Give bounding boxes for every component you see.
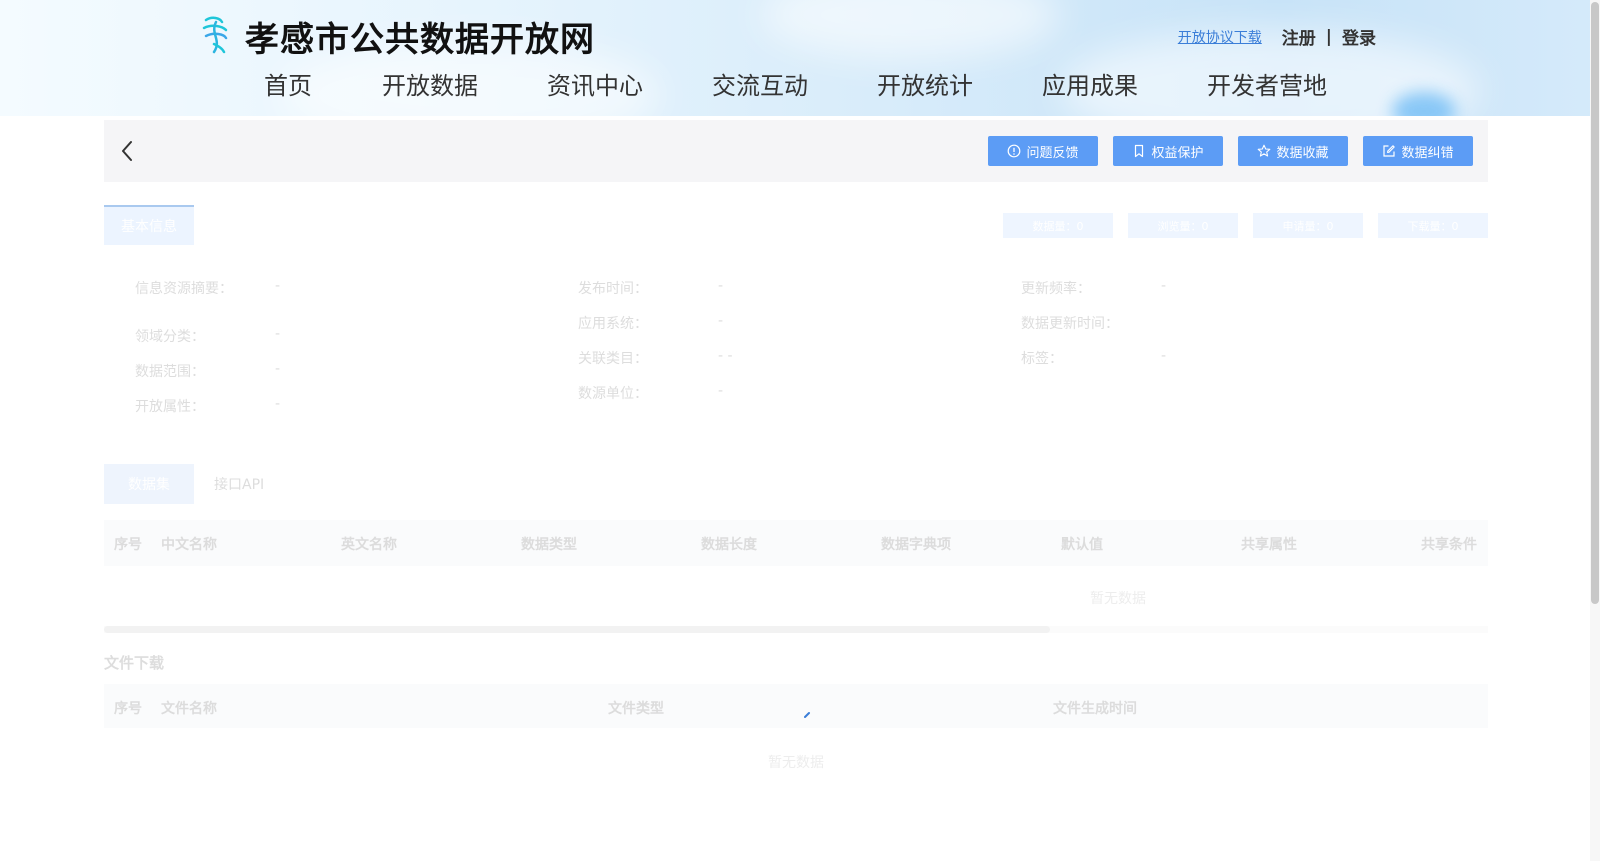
- tab-dataset[interactable]: 数据集: [104, 464, 194, 504]
- nav-item-developer[interactable]: 开发者营地: [1207, 66, 1327, 101]
- basic-info-grid: 信息资源摘要： - 领域分类： - 数据范围： - 开放属性： - 发布时间： …: [135, 278, 1475, 428]
- column-header: 序号: [114, 537, 142, 553]
- feedback-label: 问题反馈: [1026, 145, 1079, 161]
- main-nav: 首页 开放数据 资讯中心 交流互动 开放统计 应用成果 开发者营地: [264, 66, 1327, 101]
- field-label: 关联类目：: [578, 351, 648, 367]
- feedback-button[interactable]: 问题反馈: [988, 136, 1098, 166]
- favorite-label: 数据收藏: [1276, 145, 1329, 161]
- register-link[interactable]: 注册: [1282, 24, 1316, 49]
- field-label: 领域分类：: [135, 329, 205, 345]
- field-value: -: [275, 361, 281, 377]
- file-download-title: 文件下载: [104, 654, 165, 672]
- bookmark-icon: [1135, 144, 1144, 158]
- field-label: 应用系统：: [578, 316, 648, 332]
- nav-item-open-data[interactable]: 开放数据: [382, 66, 547, 101]
- column-header: 英文名称: [341, 537, 397, 553]
- column-header: 文件类型: [608, 701, 664, 717]
- nav-item-applications[interactable]: 应用成果: [1042, 66, 1207, 101]
- stat-download-count: 下载量：0: [1378, 213, 1488, 238]
- field-label: 发布时间：: [578, 281, 648, 297]
- file-table-header: 序号 文件名称 文件类型 文件生成时间: [104, 684, 1488, 728]
- field-label: 更新频率：: [1021, 281, 1091, 297]
- dataset-empty-text: 暂无数据: [1090, 591, 1146, 607]
- field-value: -: [275, 326, 281, 342]
- nav-item-statistics[interactable]: 开放统计: [877, 66, 1042, 101]
- field-value: -: [275, 396, 281, 412]
- info-circle-icon: [1008, 144, 1021, 158]
- site-title[interactable]: 孝感市公共数据开放网: [245, 12, 595, 61]
- field-value: -: [1161, 278, 1167, 294]
- tab-api[interactable]: 接口API: [214, 474, 264, 494]
- column-header: 默认值: [1061, 537, 1103, 553]
- files-empty-text: 暂无数据: [768, 755, 824, 771]
- rights-protection-label: 权益保护: [1151, 145, 1204, 161]
- field-label: 标签：: [1021, 351, 1063, 367]
- favorite-button[interactable]: 数据收藏: [1238, 136, 1348, 166]
- field-value: - -: [718, 348, 733, 364]
- detail-toolbar: 问题反馈 权益保护 数据收藏 数据纠错: [104, 120, 1488, 182]
- stat-data-count: 数据量：0: [1003, 213, 1113, 238]
- correction-label: 数据纠错: [1401, 145, 1454, 161]
- site-logo-icon[interactable]: [200, 14, 232, 56]
- field-label: 信息资源摘要：: [135, 281, 233, 297]
- rights-protection-button[interactable]: 权益保护: [1113, 136, 1223, 166]
- loading-spinner-icon: [804, 712, 810, 718]
- nav-item-home[interactable]: 首页: [264, 66, 382, 101]
- column-header: 数据类型: [521, 537, 577, 553]
- stats-bar: 数据量：0 浏览量：0 申请量：0 下载量：0: [1003, 213, 1488, 238]
- column-header: 数据字典项: [881, 537, 951, 553]
- field-value: -: [718, 278, 724, 294]
- nav-item-interaction[interactable]: 交流互动: [712, 66, 877, 101]
- column-header: 中文名称: [161, 537, 217, 553]
- column-header: 序号: [114, 701, 142, 717]
- field-label: 数据更新时间：: [1021, 316, 1119, 332]
- top-links: 开放协议下载 注册 | 登录: [1178, 24, 1376, 50]
- back-arrow-icon[interactable]: [114, 137, 142, 165]
- field-value: -: [718, 383, 724, 399]
- header-cloud-decoration: [760, 0, 1060, 60]
- agreement-download-link[interactable]: 开放协议下载: [1178, 27, 1262, 47]
- field-label: 开放属性：: [135, 399, 205, 415]
- column-header: 文件名称: [161, 701, 217, 717]
- link-separator: |: [1325, 26, 1332, 47]
- toolbar-actions: 问题反馈 权益保护 数据收藏 数据纠错: [988, 136, 1473, 166]
- dataset-tabs: 数据集 接口API: [104, 464, 264, 504]
- star-icon: [1258, 144, 1271, 157]
- page-scrollbar[interactable]: [1590, 0, 1600, 861]
- tab-basic-info[interactable]: 基本信息: [104, 205, 194, 245]
- table-scroll-thumb[interactable]: [104, 626, 1050, 633]
- field-value: -: [275, 278, 281, 294]
- field-label: 数源单位：: [578, 386, 648, 402]
- login-link[interactable]: 登录: [1342, 24, 1376, 49]
- nav-item-news[interactable]: 资讯中心: [547, 66, 712, 101]
- column-header: 文件生成时间: [1053, 701, 1137, 717]
- column-header: 共享条件: [1421, 537, 1477, 553]
- edit-icon: [1383, 145, 1396, 157]
- correction-button[interactable]: 数据纠错: [1363, 136, 1473, 166]
- field-value: -: [718, 313, 724, 329]
- stat-apply-count: 申请量：0: [1253, 213, 1363, 238]
- field-value: -: [1161, 348, 1167, 364]
- dataset-table-header: 序号 中文名称 英文名称 数据类型 数据长度 数据字典项 默认值 共享属性 共享…: [104, 520, 1488, 566]
- site-header: 孝感市公共数据开放网 开放协议下载 注册 | 登录 首页 开放数据 资讯中心 交…: [0, 0, 1600, 116]
- stat-view-count: 浏览量：0: [1128, 213, 1238, 238]
- field-label: 数据范围：: [135, 364, 205, 380]
- column-header: 共享属性: [1241, 537, 1297, 553]
- table-horizontal-scrollbar[interactable]: [104, 626, 1488, 633]
- column-header: 数据长度: [701, 537, 757, 553]
- page-scroll-thumb[interactable]: [1591, 2, 1599, 604]
